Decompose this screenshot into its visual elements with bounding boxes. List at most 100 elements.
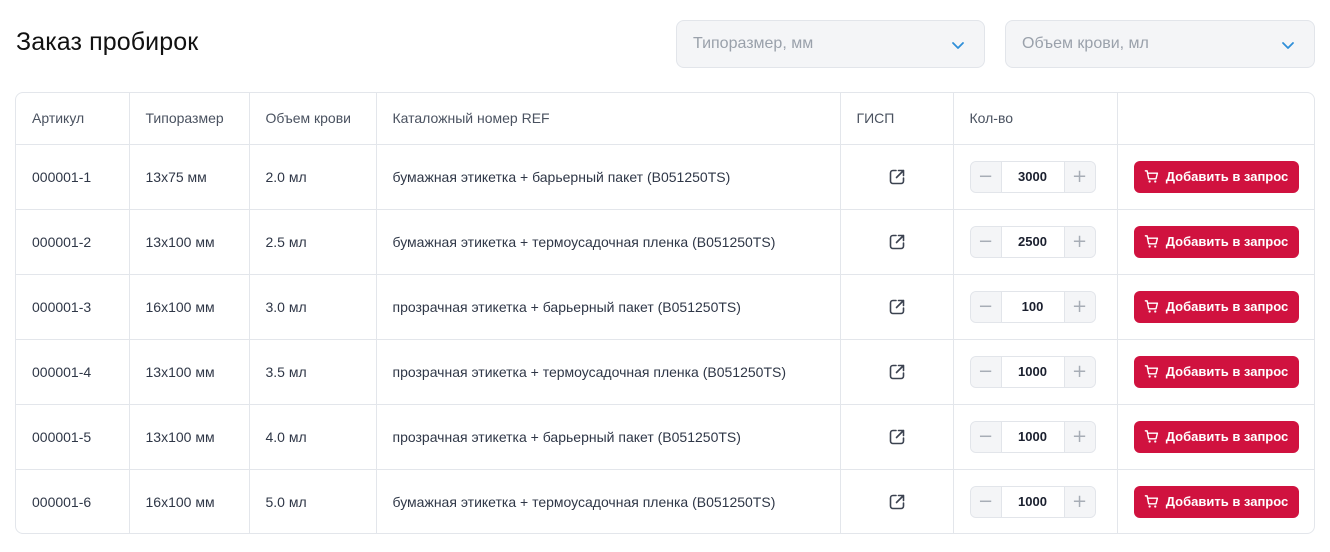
cell-action: Добавить в запрос: [1117, 469, 1314, 533]
cell-ref: прозрачная этикетка + термоусадочная пле…: [376, 339, 841, 405]
tubes-table: Артикул Типоразмер Объем крови Каталожны…: [15, 92, 1315, 534]
cell-gisp: [840, 209, 954, 275]
cell-volume: 3.5 мл: [249, 339, 377, 405]
cell-quantity: − 3000 +: [953, 144, 1118, 210]
cell-ref: прозрачная этикетка + барьерный пакет (B…: [376, 274, 841, 340]
cell-gisp: [840, 339, 954, 405]
cell-action: Добавить в запрос: [1117, 274, 1314, 340]
cell-action: Добавить в запрос: [1117, 404, 1314, 470]
cell-article: 000001-3: [16, 274, 130, 340]
quantity-stepper: − 2500 +: [969, 225, 1096, 258]
table-row: 000001-1 13х75 мм 2.0 мл бумажная этикет…: [16, 144, 1314, 210]
cell-action: Добавить в запрос: [1117, 209, 1314, 275]
increment-button[interactable]: +: [1064, 486, 1095, 517]
cell-ref: бумажная этикетка + барьерный пакет (B05…: [376, 144, 841, 210]
external-link-icon[interactable]: [887, 297, 907, 317]
header-quantity: Кол-во: [953, 93, 1118, 145]
cell-size: 13х100 мм: [129, 339, 250, 405]
external-link-icon[interactable]: [887, 232, 907, 252]
external-link-icon[interactable]: [887, 492, 907, 512]
cell-gisp: [840, 404, 954, 470]
cell-quantity: − 100 +: [953, 274, 1118, 340]
add-to-request-label: Добавить в запрос: [1165, 364, 1289, 379]
external-link-icon[interactable]: [887, 167, 907, 187]
add-to-request-button[interactable]: Добавить в запрос: [1133, 160, 1299, 193]
cell-gisp: [840, 144, 954, 210]
increment-button[interactable]: +: [1064, 291, 1095, 322]
table-row: 000001-4 13х100 мм 3.5 мл прозрачная эти…: [16, 339, 1314, 405]
cart-icon: [1144, 300, 1158, 313]
add-to-request-label: Добавить в запрос: [1165, 494, 1289, 510]
cell-article: 000001-5: [16, 404, 130, 470]
cell-action: Добавить в запрос: [1117, 144, 1314, 210]
quantity-stepper: − 1000 +: [969, 485, 1096, 518]
header-gisp: ГИСП: [840, 93, 954, 145]
table-row: 000001-2 13х100 мм 2.5 мл бумажная этике…: [16, 209, 1314, 275]
header-action: [1117, 93, 1314, 145]
add-to-request-label: Добавить в запрос: [1165, 234, 1289, 249]
cell-quantity: − 1000 +: [953, 339, 1118, 405]
cell-size: 16х100 мм: [129, 274, 250, 340]
cell-volume: 2.5 мл: [249, 209, 377, 275]
page-title: Заказ пробирок: [16, 28, 199, 56]
quantity-value[interactable]: 1000: [1000, 421, 1065, 452]
add-to-request-label: Добавить в запрос: [1165, 169, 1289, 184]
cart-icon: [1144, 170, 1158, 183]
cell-action: Добавить в запрос: [1117, 339, 1314, 405]
quantity-value[interactable]: 3000: [1000, 161, 1065, 192]
quantity-value[interactable]: 1000: [1000, 356, 1065, 387]
cell-size: 16х100 мм: [129, 469, 250, 533]
cart-icon: [1144, 495, 1158, 508]
header-size: Типоразмер: [129, 93, 250, 145]
add-to-request-button[interactable]: Добавить в запрос: [1133, 225, 1299, 258]
quantity-stepper: − 1000 +: [969, 355, 1096, 388]
decrement-button[interactable]: −: [970, 486, 1001, 517]
cell-size: 13х75 мм: [129, 144, 250, 210]
cell-size: 13х100 мм: [129, 209, 250, 275]
cell-ref: бумажная этикетка + термоусадочная пленк…: [376, 209, 841, 275]
quantity-value[interactable]: 2500: [1000, 226, 1065, 257]
cell-volume: 3.0 мл: [249, 274, 377, 340]
decrement-button[interactable]: −: [970, 291, 1001, 322]
decrement-button[interactable]: −: [970, 226, 1001, 257]
add-to-request-button[interactable]: Добавить в запрос: [1133, 420, 1299, 453]
increment-button[interactable]: +: [1064, 226, 1095, 257]
table-row: 000001-5 13х100 мм 4.0 мл прозрачная эти…: [16, 404, 1314, 470]
decrement-button[interactable]: −: [970, 421, 1001, 452]
table-header-row: Артикул Типоразмер Объем крови Каталожны…: [16, 93, 1314, 145]
quantity-stepper: − 1000 +: [969, 420, 1096, 453]
quantity-stepper: − 3000 +: [969, 160, 1096, 193]
decrement-button[interactable]: −: [970, 356, 1001, 387]
decrement-button[interactable]: −: [970, 161, 1001, 192]
cart-icon: [1144, 430, 1158, 443]
size-filter-select[interactable]: Типоразмер, мм: [676, 20, 985, 68]
header-ref: Каталожный номер REF: [376, 93, 841, 145]
volume-filter-placeholder: Объем крови, мл: [1022, 35, 1149, 52]
increment-button[interactable]: +: [1064, 356, 1095, 387]
cell-gisp: [840, 274, 954, 340]
cell-volume: 2.0 мл: [249, 144, 377, 210]
increment-button[interactable]: +: [1064, 421, 1095, 452]
add-to-request-button[interactable]: Добавить в запрос: [1133, 485, 1299, 518]
size-filter-placeholder: Типоразмер, мм: [693, 35, 814, 52]
quantity-stepper: − 100 +: [969, 290, 1096, 323]
cell-volume: 4.0 мл: [249, 404, 377, 470]
external-link-icon[interactable]: [887, 427, 907, 447]
cell-size: 13х100 мм: [129, 404, 250, 470]
quantity-value[interactable]: 1000: [1000, 486, 1065, 517]
quantity-value[interactable]: 100: [1000, 291, 1065, 322]
volume-filter-select[interactable]: Объем крови, мл: [1005, 20, 1315, 68]
cell-article: 000001-1: [16, 144, 130, 210]
cell-ref: прозрачная этикетка + барьерный пакет (B…: [376, 404, 841, 470]
cell-article: 000001-6: [16, 469, 130, 533]
add-to-request-label: Добавить в запрос: [1165, 299, 1289, 314]
external-link-icon[interactable]: [887, 362, 907, 382]
table-row: 000001-6 16х100 мм 5.0 мл бумажная этике…: [16, 469, 1314, 533]
add-to-request-label: Добавить в запрос: [1165, 429, 1289, 444]
add-to-request-button[interactable]: Добавить в запрос: [1133, 290, 1299, 323]
header-article: Артикул: [16, 93, 130, 145]
cell-article: 000001-2: [16, 209, 130, 275]
increment-button[interactable]: +: [1064, 161, 1095, 192]
cell-quantity: − 2500 +: [953, 209, 1118, 275]
add-to-request-button[interactable]: Добавить в запрос: [1133, 355, 1299, 388]
